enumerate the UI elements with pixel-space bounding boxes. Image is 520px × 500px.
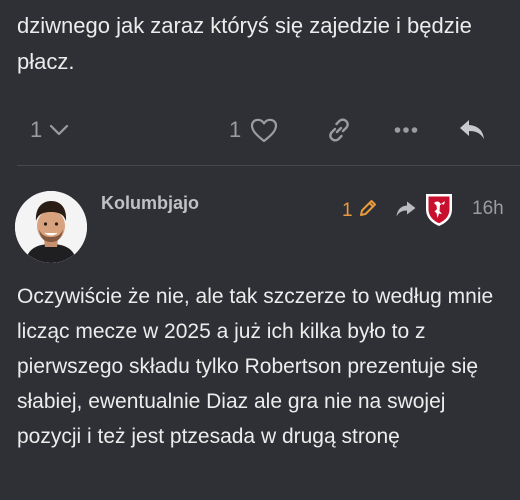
likes-count: 1 — [229, 117, 242, 142]
replies-count: 1 — [30, 117, 43, 142]
reply-arrow-icon[interactable] — [395, 200, 417, 223]
heart-icon — [250, 118, 278, 143]
previous-post-actions: 1 1 — [0, 112, 520, 148]
like-button[interactable]: 1 — [229, 112, 278, 148]
link-icon[interactable] — [326, 112, 352, 148]
previous-post-text: dziwnego jak zaraz któryś się zajedzie i… — [17, 13, 472, 74]
post-time[interactable]: 16h — [472, 198, 504, 220]
post-divider — [17, 165, 520, 166]
username[interactable]: Kolumbjajo — [101, 193, 199, 214]
more-icon[interactable] — [394, 112, 418, 148]
edit-count: 1 — [342, 200, 353, 221]
club-badge-icon[interactable] — [424, 192, 454, 228]
topic-page: dziwnego jak zaraz któryś się zajedzie i… — [0, 0, 520, 500]
reply-icon[interactable] — [458, 112, 486, 148]
pencil-icon — [358, 198, 378, 224]
avatar[interactable] — [15, 191, 87, 263]
post-body: Oczywiście że nie, ale tak szczerze to w… — [17, 285, 494, 448]
edit-history-button[interactable]: 1 — [342, 198, 378, 224]
chevron-down-icon — [49, 124, 69, 136]
replies-toggle-button[interactable]: 1 — [30, 112, 69, 148]
